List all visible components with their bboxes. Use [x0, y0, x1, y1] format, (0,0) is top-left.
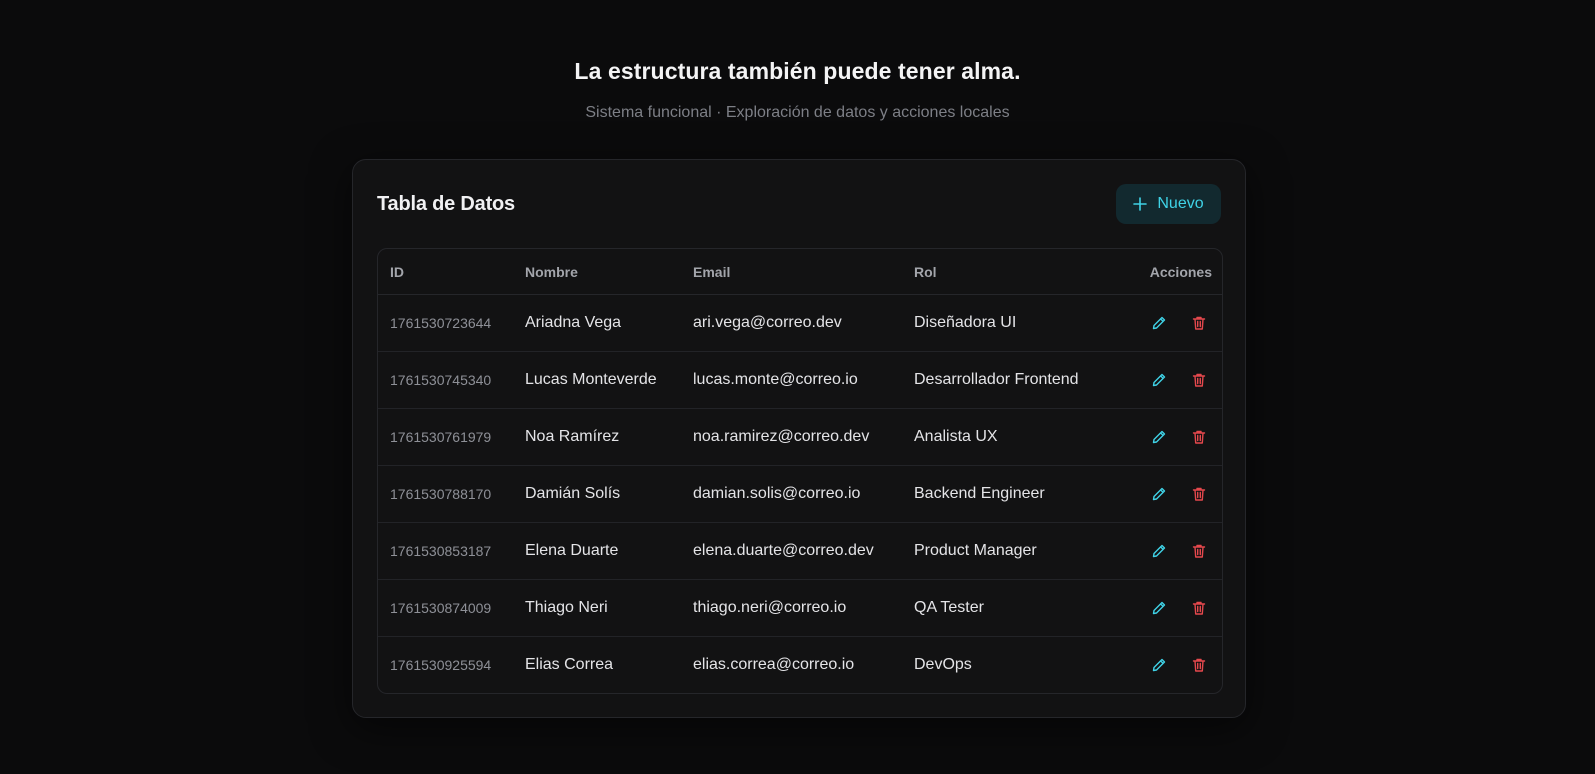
- cell-email: damian.solis@correo.io: [681, 465, 902, 523]
- table-row: 1761530925594 Elias Correa elias.correa@co…: [378, 637, 1222, 694]
- cell-id: 1761530788170: [378, 465, 513, 523]
- pencil-icon: [1151, 600, 1167, 616]
- pencil-icon: [1151, 657, 1167, 673]
- table-body: 1761530723644 Ariadna Vega ari.vega@correo…: [378, 294, 1222, 694]
- cell-actions: [1112, 579, 1222, 637]
- delete-button[interactable]: [1188, 483, 1210, 505]
- column-header-id: ID: [378, 249, 513, 295]
- cell-role: Backend Engineer: [902, 465, 1112, 523]
- pencil-icon: [1151, 486, 1167, 502]
- table-row: 1761530853187 Elena Duarte elena.duarte@co…: [378, 522, 1222, 580]
- cell-actions: [1112, 522, 1222, 580]
- trash-icon: [1191, 429, 1207, 445]
- cell-name: Elias Correa: [525, 656, 614, 673]
- cell-actions: [1112, 351, 1222, 409]
- pencil-icon: [1151, 315, 1167, 331]
- data-table-card: Tabla de Datos Nuevo ID Nombre Email Rol…: [352, 159, 1246, 718]
- edit-button[interactable]: [1148, 483, 1170, 505]
- cell-id: 1761530761979: [378, 408, 513, 466]
- cell-name: Elena Duarte: [513, 522, 681, 580]
- cell-email: thiago.neri@correo.io: [681, 579, 902, 637]
- column-header-name: Nombre: [513, 249, 681, 295]
- cell-id: 1761530745340: [378, 351, 513, 409]
- trash-icon: [1191, 315, 1207, 331]
- edit-button[interactable]: [1148, 654, 1170, 676]
- page-headline: La estructura también puede tener alma.: [574, 58, 1021, 84]
- trash-icon: [1191, 600, 1207, 616]
- pencil-icon: [1151, 429, 1167, 445]
- cell-name: Noa Ramírez: [513, 408, 681, 466]
- cell-name: Damián Solís: [513, 465, 681, 523]
- trash-icon: [1191, 543, 1207, 559]
- cell-name: Thiago Neri: [513, 579, 681, 637]
- edit-button[interactable]: [1148, 369, 1170, 391]
- cell-name: Lucas Monteverde: [513, 351, 681, 409]
- column-header-email: Email: [681, 249, 902, 295]
- page: La estructura también puede tener alma. …: [0, 0, 1595, 774]
- pencil-icon: [1151, 372, 1167, 388]
- delete-button[interactable]: [1188, 597, 1210, 619]
- edit-button[interactable]: [1148, 597, 1170, 619]
- cell-actions: [1112, 408, 1222, 466]
- plus-icon: [1133, 197, 1148, 211]
- table-row: 1761530788170 Damián Solís damian.solis@co…: [378, 465, 1222, 523]
- delete-button[interactable]: [1188, 369, 1210, 391]
- cell-actions: [1112, 294, 1222, 352]
- delete-button[interactable]: [1188, 654, 1210, 676]
- card-title: Tabla de Datos: [377, 193, 515, 215]
- trash-icon: [1191, 486, 1207, 502]
- cell-role: Desarrollador Frontend: [902, 351, 1112, 409]
- new-record-label: Nuevo: [1157, 195, 1204, 212]
- cell-email: elena.duarte@correo.dev: [681, 522, 902, 580]
- cell-id: 1761530723644: [378, 294, 513, 352]
- data-table: ID Nombre Email Rol Acciones 17615307236…: [377, 248, 1223, 694]
- trash-icon: [1191, 657, 1207, 673]
- page-subtitle: Sistema funcional · Exploración de datos…: [585, 104, 1010, 121]
- cell-actions: [1112, 465, 1222, 523]
- edit-button[interactable]: [1148, 426, 1170, 448]
- cell-role: Diseñadora UI: [902, 294, 1112, 352]
- table-row: 1761530723644 Ariadna Vega ari.vega@correo…: [378, 294, 1222, 352]
- cell-email: lucas.monte@correo.io: [681, 351, 902, 409]
- cell-role: Product Manager: [902, 522, 1112, 580]
- delete-button[interactable]: [1188, 426, 1210, 448]
- cell-email: ari.vega@correo.dev: [681, 294, 902, 352]
- pencil-icon: [1151, 543, 1167, 559]
- cell-id: 1761530853187: [378, 522, 513, 580]
- cell-role: Analista UX: [902, 408, 1112, 466]
- column-header-role: Rol: [902, 249, 1112, 295]
- delete-button[interactable]: [1188, 312, 1210, 334]
- table-row: 1761530745340 Lucas Monteverde lucas.monte…: [378, 351, 1222, 409]
- cell-role: DevOps: [914, 656, 972, 673]
- cell-email: elias.correa@correo.io: [693, 656, 855, 673]
- cell-name: Ariadna Vega: [513, 294, 681, 352]
- cell-actions: [1112, 637, 1222, 694]
- table-row: 1761530874009 Thiago Neri thiago.neri@corr…: [378, 579, 1222, 637]
- cell-id: 1761530874009: [378, 579, 513, 637]
- delete-button[interactable]: [1188, 540, 1210, 562]
- column-header-actions: Acciones: [1112, 249, 1222, 295]
- table-row: 1761530761979 Noa Ramírez noa.ramirez@corr…: [378, 408, 1222, 466]
- edit-button[interactable]: [1148, 312, 1170, 334]
- table-header-row: ID Nombre Email Rol Acciones: [378, 249, 1222, 295]
- edit-button[interactable]: [1148, 540, 1170, 562]
- cell-id: 1761530925594: [390, 657, 492, 673]
- cell-role: QA Tester: [902, 579, 1112, 637]
- trash-icon: [1191, 372, 1207, 388]
- new-record-button[interactable]: Nuevo: [1116, 184, 1221, 224]
- cell-email: noa.ramirez@correo.dev: [681, 408, 902, 466]
